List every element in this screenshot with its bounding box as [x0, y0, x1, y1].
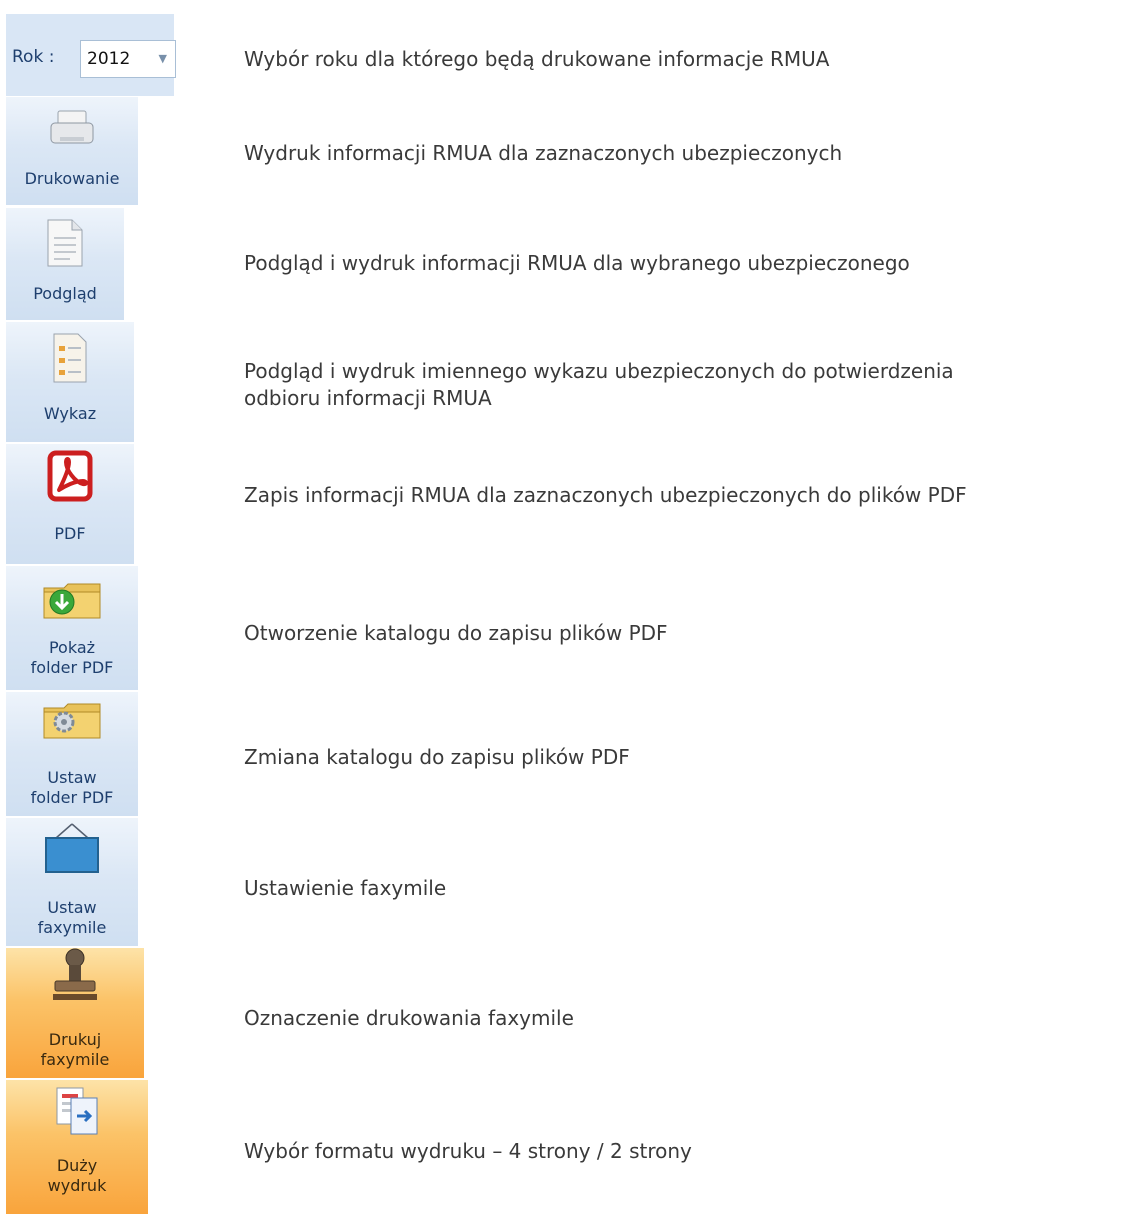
printer-icon	[50, 110, 94, 144]
show-pdf-folder-button[interactable]: Pokaż folder PDF	[6, 566, 138, 690]
description-print-facsimile: Oznaczenie drukowania faxymile	[244, 1006, 574, 1030]
description-show-folder: Otworzenie katalogu do zapisu plików PDF	[244, 621, 668, 645]
chevron-down-icon[interactable]: ▼	[159, 52, 167, 65]
set-pdf-folder-button[interactable]: Ustaw folder PDF	[6, 692, 138, 816]
pdf-button[interactable]: PDF	[6, 444, 134, 564]
print-button[interactable]: Drukowanie	[6, 97, 138, 205]
frame-icon	[45, 823, 99, 873]
description-set-facsimile: Ustawienie faxymile	[244, 876, 447, 900]
folder-download-icon	[43, 583, 101, 619]
folder-settings-icon	[43, 703, 101, 739]
set-facsimile-button[interactable]: Ustaw faxymile	[6, 818, 138, 946]
list-document-icon	[53, 333, 87, 383]
show-pdf-folder-button-label: Pokaż folder PDF	[30, 638, 114, 677]
print-button-label: Drukowanie	[24, 169, 120, 188]
large-print-toggle[interactable]: Duży wydruk	[6, 1080, 148, 1214]
large-print-icon	[56, 1087, 98, 1135]
set-facsimile-button-label: Ustaw faxymile	[37, 898, 107, 937]
description-preview: Podgląd i wydruk informacji RMUA dla wyb…	[244, 251, 910, 275]
list-button[interactable]: Wykaz	[6, 322, 134, 442]
year-value: 2012	[87, 49, 131, 69]
description-year: Wybór roku dla którego będą drukowane in…	[244, 47, 830, 71]
description-set-folder: Zmiana katalogu do zapisu plików PDF	[244, 745, 630, 769]
preview-button-label: Podgląd	[33, 284, 97, 303]
year-label: Rok :	[12, 47, 55, 67]
print-facsimile-toggle[interactable]: Drukuj faxymile	[6, 948, 144, 1078]
print-facsimile-toggle-label: Drukuj faxymile	[40, 1030, 110, 1069]
pdf-icon	[47, 450, 93, 502]
description-pdf: Zapis informacji RMUA dla zaznaczonych u…	[244, 483, 967, 507]
preview-button[interactable]: Podgląd	[6, 208, 124, 320]
list-button-label: Wykaz	[43, 404, 97, 423]
set-pdf-folder-button-label: Ustaw folder PDF	[30, 768, 114, 807]
description-print: Wydruk informacji RMUA dla zaznaczonych …	[244, 141, 843, 165]
large-print-toggle-label: Duży wydruk	[47, 1156, 107, 1195]
year-combobox[interactable]: 2012 ▼	[80, 40, 176, 78]
description-large-print: Wybór formatu wydruku – 4 strony / 2 str…	[244, 1139, 692, 1163]
document-icon	[47, 219, 83, 267]
description-list: Podgląd i wydruk imiennego wykazu ubezpi…	[244, 359, 954, 410]
year-selector: Rok : 2012 ▼	[6, 14, 176, 96]
stamp-icon	[53, 948, 97, 1000]
pdf-button-label: PDF	[54, 524, 86, 543]
